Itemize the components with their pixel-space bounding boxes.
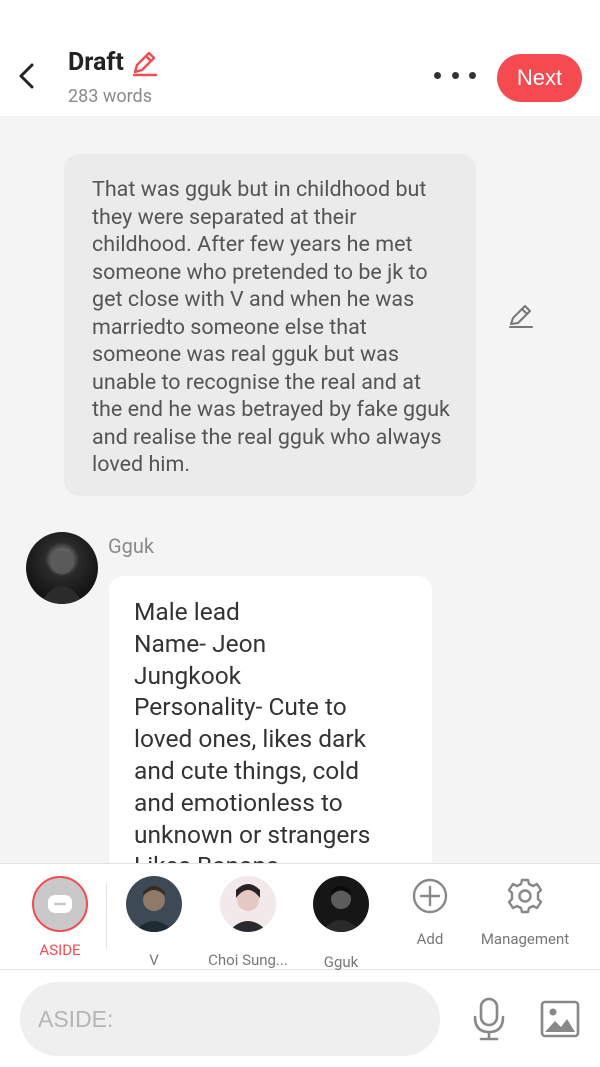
avatar-choi: [220, 876, 276, 932]
gear-icon: [507, 878, 543, 914]
edit-pencil-icon[interactable]: [507, 302, 535, 330]
management-button[interactable]: Management: [481, 876, 569, 960]
back-arrow-icon[interactable]: [12, 58, 42, 94]
message-line: and emotionless to: [134, 787, 343, 817]
character-bar: ASIDE V Choi Sung... Gguk Add Management: [0, 863, 600, 971]
image-icon[interactable]: [539, 999, 581, 1039]
cast-gguk[interactable]: Gguk: [313, 876, 369, 971]
aside-icon: [32, 876, 88, 932]
word-count: 283 words: [68, 86, 152, 107]
message-line: and cute things, cold: [134, 755, 360, 785]
add-character-button[interactable]: Add: [410, 876, 450, 960]
message-line: loved ones, likes dark: [134, 724, 367, 754]
chat-area[interactable]: That was gguk but in childhood but they …: [0, 116, 600, 863]
message-line: unknown or strangers: [134, 819, 371, 849]
cast-label-add: Add: [416, 930, 444, 948]
message-line: Jungkook: [134, 660, 242, 690]
message-line: Male lead: [134, 597, 240, 626]
top-bar: Draft 283 words Next: [0, 0, 600, 116]
cast-choi[interactable]: Choi Sung...: [208, 876, 288, 969]
message-line: Name- Jeon: [134, 628, 267, 658]
cast-label-aside: ASIDE: [39, 941, 81, 959]
pencil-icon[interactable]: [130, 49, 158, 77]
avatar-v: [126, 876, 182, 932]
add-circle-icon: [412, 878, 448, 914]
cast-v[interactable]: V: [126, 876, 182, 969]
cast-label-gguk: Gguk: [323, 953, 359, 971]
aside-bubble[interactable]: That was gguk but in childhood but they …: [64, 154, 476, 496]
message-line: Personality- Cute to: [134, 692, 347, 722]
draft-title: Draft: [68, 48, 124, 77]
title-row: Draft: [68, 48, 158, 77]
message-line: Likes Banana: [134, 850, 412, 863]
avatar-gguk-small: [313, 876, 369, 932]
next-button[interactable]: Next: [497, 54, 582, 102]
divider: [106, 884, 107, 948]
microphone-icon[interactable]: [469, 996, 509, 1042]
avatar-gguk[interactable]: [26, 532, 98, 604]
more-dots-icon[interactable]: [434, 62, 476, 88]
cast-label-v: V: [149, 951, 159, 969]
cast-label-management: Management: [480, 930, 570, 948]
message-bubble[interactable]: Male lead Name- Jeon Jungkook Personalit…: [109, 576, 432, 863]
cast-label-choi: Choi Sung...: [208, 951, 288, 969]
message-input[interactable]: [20, 982, 440, 1056]
speaker-name: Gguk: [108, 534, 155, 558]
cast-aside[interactable]: ASIDE: [32, 876, 88, 960]
input-bar: [0, 970, 600, 1067]
